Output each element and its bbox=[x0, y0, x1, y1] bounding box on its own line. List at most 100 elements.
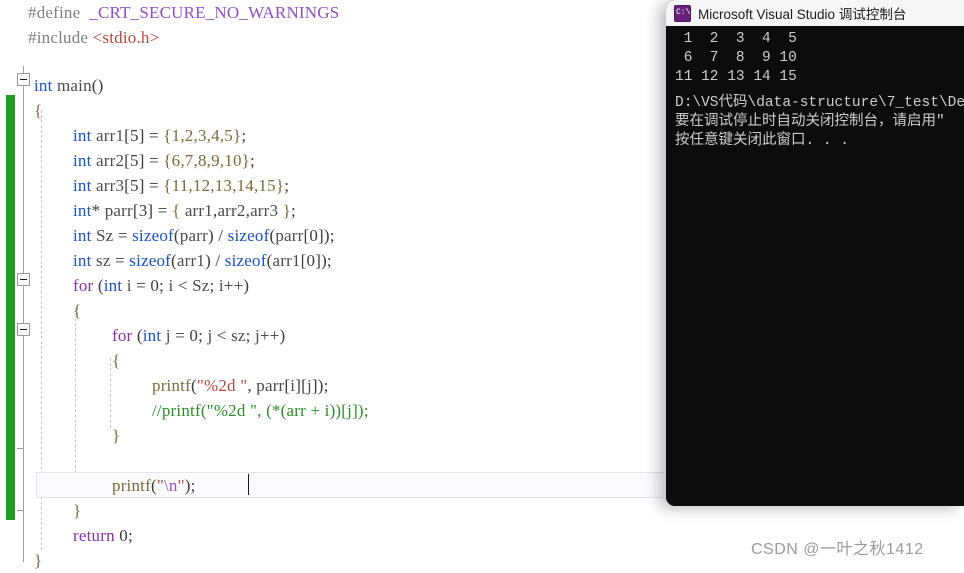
token-arr1-ref: arr1 bbox=[272, 251, 301, 270]
csdn-watermark: CSDN @一叶之秋1412 bbox=[751, 541, 924, 558]
token-semicolon: ; bbox=[241, 126, 247, 145]
console-output-row: 1 2 3 4 5 bbox=[675, 31, 797, 47]
token-increment: ++) bbox=[259, 326, 286, 345]
token-index-mid: ][ bbox=[295, 376, 307, 395]
token-brace-close-inner: } bbox=[112, 426, 121, 445]
code-line-include: #include <stdio.h> bbox=[28, 25, 159, 50]
console-output-area[interactable]: 1 2 3 4 5 6 7 8 9 10 11 12 13 14 15 D:\V… bbox=[666, 26, 964, 506]
token-parr-init-open: { bbox=[172, 201, 185, 220]
token-star: * bbox=[91, 201, 105, 220]
token-for: for bbox=[112, 326, 133, 345]
token-brace-open-main: { bbox=[34, 101, 43, 120]
token-parr-ref: parr bbox=[256, 376, 285, 395]
token-arr2-ref: arr2 bbox=[217, 201, 246, 220]
token-semicolon: ; bbox=[245, 326, 256, 345]
code-line-arr1: int arr1[5] = {1,2,3,4,5}; bbox=[73, 123, 246, 148]
code-line-define: #define _CRT_SECURE_NO_WARNINGS bbox=[28, 0, 339, 25]
token-parr: parr bbox=[104, 201, 133, 220]
code-line-main: int main() bbox=[34, 73, 104, 98]
token-arr3-ref: arr3 bbox=[250, 201, 279, 220]
console-message-hint: 要在调试停止时自动关闭控制台，请启用" bbox=[675, 114, 945, 130]
token-var-sz: sz bbox=[96, 251, 111, 270]
token-less-than: < bbox=[212, 326, 232, 345]
token-int: int bbox=[73, 151, 92, 170]
token-index-zero: [0]); bbox=[303, 226, 335, 245]
token-for: for bbox=[73, 276, 94, 295]
token-semicolon: ; bbox=[250, 151, 255, 170]
token-define-macro: _CRT_SECURE_NO_WARNINGS bbox=[89, 3, 340, 22]
token-printf: printf bbox=[152, 376, 191, 395]
token-arr3-decl: [5] = bbox=[124, 176, 164, 195]
token-paren-open: ( bbox=[93, 276, 104, 295]
token-brace-open-inner: { bbox=[112, 351, 121, 370]
token-semicolon: ; bbox=[127, 526, 133, 545]
code-line-arr3: int arr3[5] = {11,12,13,14,15}; bbox=[73, 173, 289, 198]
token-int: int bbox=[73, 226, 92, 245]
token-arr3-init: {11,12,13,14,15} bbox=[163, 176, 285, 195]
token-int: int bbox=[142, 326, 162, 345]
token-brace-open-outer: { bbox=[73, 301, 82, 320]
code-line-open-outer: { bbox=[73, 298, 81, 323]
code-line-open-inner: { bbox=[112, 348, 120, 373]
token-int: int bbox=[73, 126, 92, 145]
console-window-icon bbox=[674, 4, 691, 22]
token-arr2-decl: [5] = bbox=[124, 151, 164, 170]
token-sizeof: sizeof bbox=[129, 251, 172, 270]
console-output-row: 11 12 13 14 15 bbox=[675, 69, 797, 85]
token-semicolon: ; bbox=[209, 276, 219, 295]
token-include-directive: #include bbox=[28, 28, 89, 47]
console-message-prompt: 按任意键关闭此窗口. . . bbox=[675, 133, 850, 149]
token-increment: ++) bbox=[223, 276, 250, 295]
code-line-return: return 0; bbox=[73, 523, 133, 548]
token-arr3: arr3 bbox=[96, 176, 125, 195]
token-index-end: ]); bbox=[311, 376, 329, 395]
code-line-Sz: int Sz = sizeof(parr) / sizeof(parr[0]); bbox=[73, 223, 335, 248]
token-quote-close: " bbox=[177, 476, 185, 495]
token-index-zero: [0]); bbox=[300, 251, 332, 270]
console-titlebar[interactable]: Microsoft Visual Studio 调试控制台 bbox=[666, 0, 964, 26]
code-line-close-outer: } bbox=[73, 498, 81, 523]
code-line-sz: int sz = sizeof(arr1) / sizeof(arr1[0]); bbox=[73, 248, 332, 273]
token-paren-semicolon: ); bbox=[184, 476, 196, 495]
token-init-j: = 0; bbox=[170, 326, 208, 345]
token-format-string: "%2d " bbox=[196, 376, 248, 395]
token-return: return bbox=[73, 526, 115, 545]
token-main-fn: main bbox=[57, 76, 92, 95]
token-quote-open: " bbox=[156, 476, 164, 495]
token-int: int bbox=[73, 201, 92, 220]
token-int-main: int bbox=[34, 76, 53, 95]
token-int: int bbox=[103, 276, 123, 295]
token-init-i: = 0; bbox=[131, 276, 169, 295]
token-comma-space: , bbox=[247, 376, 257, 395]
token-main-parens: () bbox=[91, 76, 104, 95]
code-line-parr: int* parr[3] = { arr1,arr2,arr3 }; bbox=[73, 198, 296, 223]
token-semicolon: ; bbox=[291, 201, 296, 220]
console-title: Microsoft Visual Studio 调试控制台 bbox=[698, 7, 907, 22]
token-parr-ref: parr bbox=[275, 226, 304, 245]
token-escape-newline: \n bbox=[163, 476, 178, 495]
token-int: int bbox=[73, 251, 92, 270]
token-int: int bbox=[73, 176, 92, 195]
token-brace-close-main: } bbox=[34, 551, 43, 570]
debug-console-window[interactable]: Microsoft Visual Studio 调试控制台 1 2 3 4 5 … bbox=[666, 0, 964, 506]
token-paren-open: ( bbox=[132, 326, 143, 345]
token-brace-close-outer: } bbox=[73, 501, 82, 520]
token-comment: //printf("%2d ", (*(arr + i))[j]); bbox=[152, 401, 369, 420]
token-include-header: <stdio.h> bbox=[92, 28, 160, 47]
code-line-printf-value: printf("%2d ", parr[i][j]); bbox=[152, 373, 329, 398]
token-printf: printf bbox=[112, 476, 151, 495]
code-line-close-main: } bbox=[34, 548, 42, 573]
code-line-comment: //printf("%2d ", (*(arr + i))[j]); bbox=[152, 398, 369, 423]
token-arr1-ref: arr1 bbox=[176, 251, 206, 270]
token-assign: = bbox=[110, 251, 130, 270]
token-arr1-init: {1,2,3,4,5} bbox=[163, 126, 242, 145]
token-var-Sz: Sz bbox=[96, 226, 114, 245]
console-message-path: D:\VS代码\data-structure\7_test\Debug bbox=[675, 95, 964, 111]
console-output-row: 6 7 8 9 10 bbox=[675, 50, 797, 66]
token-arr1: arr1 bbox=[96, 126, 125, 145]
token-arr1-ref: arr1 bbox=[184, 201, 213, 220]
code-line-close-inner: } bbox=[112, 423, 120, 448]
token-divide: / bbox=[213, 226, 228, 245]
code-line-printf-newline: printf("\n"); bbox=[112, 473, 196, 498]
